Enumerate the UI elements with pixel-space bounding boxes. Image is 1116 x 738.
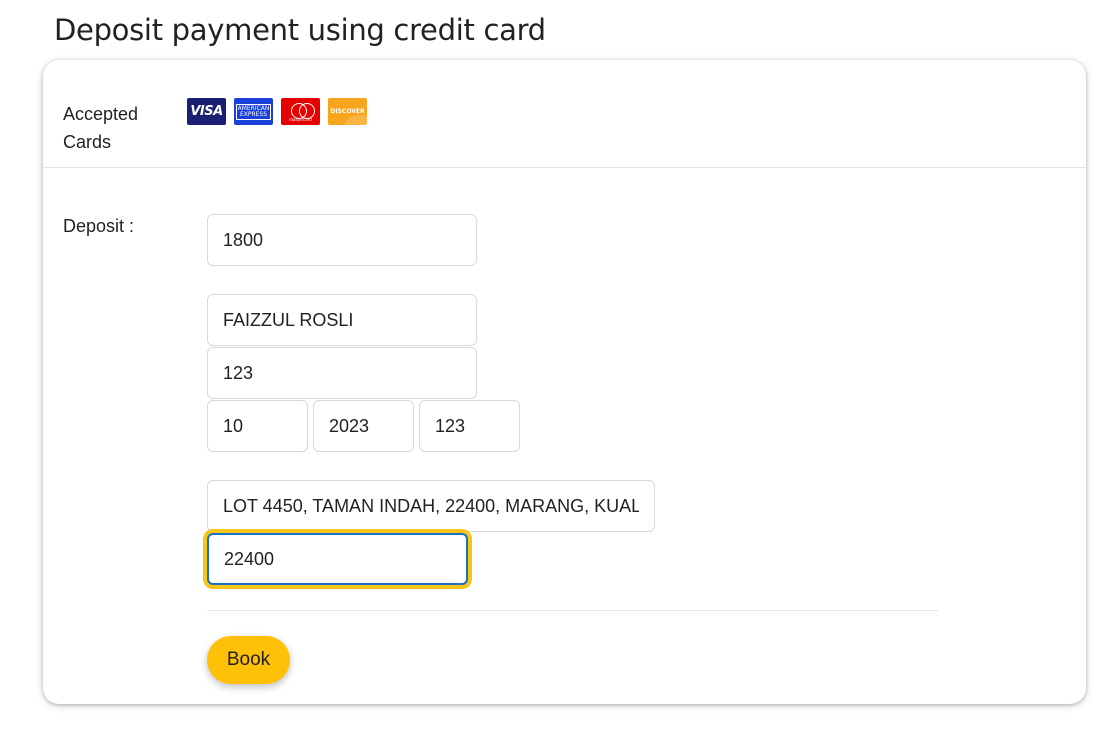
accepted-cards-label: Accepted Cards — [63, 104, 139, 152]
page-title: Deposit payment using credit card — [54, 13, 546, 47]
address-input[interactable] — [207, 480, 655, 532]
amex-logo-icon: AMERICAN EXPRESS — [234, 98, 273, 125]
payment-card: Accepted Cards VISA AMERICAN EXPRESS mast… — [43, 60, 1086, 704]
cvv-input[interactable] — [419, 400, 520, 452]
form-divider — [207, 610, 938, 611]
mastercard-logo-icon: mastercard — [281, 98, 320, 125]
expiry-year-input[interactable] — [313, 400, 414, 452]
postcode-input[interactable] — [207, 533, 468, 585]
book-button[interactable]: Book — [207, 636, 290, 684]
deposit-amount-input[interactable] — [207, 214, 477, 266]
accepted-cards-logos: VISA AMERICAN EXPRESS mastercard DISCOVER — [187, 98, 367, 125]
cardholder-name-input[interactable] — [207, 294, 477, 346]
card-number-input[interactable] — [207, 347, 477, 399]
visa-logo-icon: VISA — [187, 98, 226, 125]
expiry-month-input[interactable] — [207, 400, 308, 452]
discover-logo-icon: DISCOVER — [328, 98, 367, 125]
deposit-label: Deposit : — [63, 216, 135, 236]
card-header: Accepted Cards VISA AMERICAN EXPRESS mast… — [43, 60, 1086, 168]
